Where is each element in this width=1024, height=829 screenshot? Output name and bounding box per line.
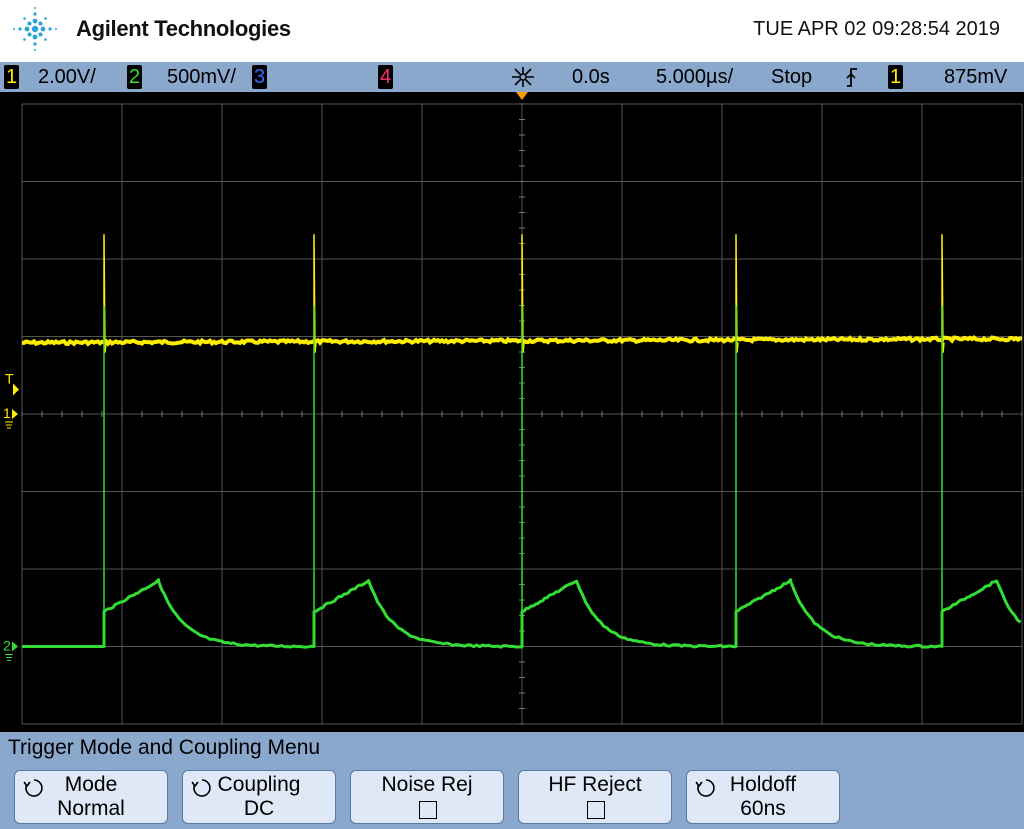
brand-name: Agilent Technologies: [76, 16, 291, 41]
channel-3-indicator[interactable]: 3: [252, 65, 267, 89]
time-reference-icon: [512, 67, 534, 87]
time-scale: 5.000µs/: [656, 66, 734, 88]
agilent-logo-icon: [13, 7, 57, 51]
mode-value: Normal: [57, 797, 125, 820]
trigger-edge-icon: [846, 68, 857, 87]
trigger-position-marker: [516, 92, 528, 100]
channel-2-ground-icon: [5, 654, 13, 661]
trigger-level: 875mV: [944, 66, 1008, 88]
hf-reject-checkbox[interactable]: [587, 801, 605, 819]
trigger-level-arrow: [13, 383, 19, 396]
holdoff-label: Holdoff: [729, 773, 797, 796]
menu-title: Trigger Mode and Coupling Menu: [8, 736, 321, 759]
trigger-level-marker: T: [5, 370, 14, 386]
holdoff-softkey[interactable]: Holdoff 60ns: [686, 770, 840, 824]
mode-label: Mode: [64, 773, 118, 796]
channel-2-ground-marker: 2: [3, 638, 11, 654]
noise-rej-checkbox[interactable]: [419, 801, 437, 819]
channel-2-indicator[interactable]: 2: [127, 65, 142, 89]
channel-1-ground-marker: 1: [3, 405, 11, 421]
channel-2-ground-arrow: [12, 641, 18, 652]
holdoff-value: 60ns: [740, 797, 786, 820]
channel-1-scale: 2.00V/: [38, 66, 96, 88]
status-bar: 1 2.00V/ 2 500mV/ 3 4 0.0s 5.000µs/ Stop…: [0, 62, 1024, 92]
coupling-label: Coupling: [217, 773, 301, 796]
channel-1-ground-arrow: [12, 409, 18, 419]
coupling-softkey[interactable]: Coupling DC: [182, 770, 336, 824]
date-time: TUE APR 02 09:28:54 2019: [753, 18, 1000, 40]
header: Agilent Technologies TUE APR 02 09:28:54…: [0, 0, 1024, 62]
mode-softkey[interactable]: Mode Normal: [14, 770, 168, 824]
hf-reject-label: HF Reject: [548, 773, 642, 796]
noise-rej-label: Noise Rej: [381, 773, 473, 796]
coupling-value: DC: [243, 797, 275, 820]
time-delay: 0.0s: [572, 66, 610, 88]
channel-1-indicator[interactable]: 1: [4, 65, 19, 89]
noise-rej-softkey[interactable]: Noise Rej: [350, 770, 504, 824]
channel-4-indicator[interactable]: 4: [378, 65, 393, 89]
hf-reject-softkey[interactable]: HF Reject: [518, 770, 672, 824]
channel-1-ground-icon: [5, 421, 13, 429]
trigger-source-indicator[interactable]: 1: [888, 65, 903, 89]
run-state: Stop: [771, 66, 813, 88]
waveform-display: T 1 2: [0, 92, 1024, 732]
waveform-graticule: T 1 2: [3, 92, 1023, 725]
channel-2-scale: 500mV/: [167, 66, 236, 88]
softkey-menu: Trigger Mode and Coupling Menu Mode Norm…: [0, 732, 1024, 829]
